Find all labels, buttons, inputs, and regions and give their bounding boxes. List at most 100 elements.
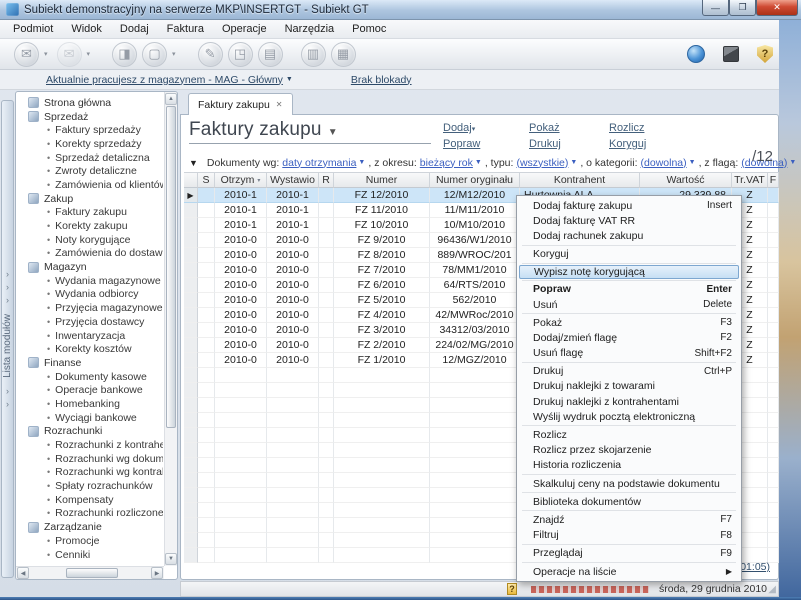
title-bar[interactable]: Subiekt demonstracyjny na serwerze MKP\I… — [0, 0, 801, 20]
sidebar-item-kompensaty[interactable]: •Kompensaty — [18, 493, 163, 507]
scroll-left-icon[interactable]: ◀ — [17, 567, 29, 579]
column-header-tr-vat[interactable]: Tr.VAT — [732, 172, 768, 188]
action-drukuj[interactable]: Drukuj — [529, 138, 609, 154]
edit-icon[interactable]: ✎ — [198, 42, 223, 67]
maximize-button[interactable]: ❐ — [729, 0, 756, 16]
menu-item-rozlicz-przez-skojarzenie[interactable]: Rozlicz przez skojarzenie — [519, 443, 739, 458]
menu-dodaj[interactable]: Dodaj — [111, 21, 158, 37]
filter-link-daty-otrzymania[interactable]: daty otrzymania — [282, 157, 356, 169]
sidebar-horizontal-scrollbar[interactable]: ◀ ▶ — [16, 566, 164, 579]
sidebar-item-dokumenty-kasowe[interactable]: •Dokumenty kasowe — [18, 370, 163, 384]
sidebar-item-zamówienia-do-dostawców[interactable]: •Zamówienia do dostawców — [18, 247, 163, 261]
filter-link-bieżący-rok[interactable]: bieżący rok — [420, 157, 473, 169]
warehouse-link[interactable]: Aktualnie pracujesz z magazynem - MAG - … — [46, 74, 283, 86]
lock-status-link[interactable]: Brak blokady — [351, 74, 412, 86]
menu-item-przeglądaj[interactable]: PrzeglądajF9 — [519, 546, 739, 561]
close-icon[interactable]: ✕ — [276, 100, 283, 109]
sidebar-item-korekty-zakupu[interactable]: •Korekty zakupu — [18, 219, 163, 233]
close-button[interactable]: ✕ — [756, 0, 798, 16]
note-icon[interactable]: ▢ — [142, 42, 167, 67]
sidebar-vertical-scrollbar[interactable]: ▲ ▼ — [164, 92, 177, 566]
menu-operacje[interactable]: Operacje — [213, 21, 276, 37]
menu-item-drukuj-naklejki-z-kontrahentami[interactable]: Drukuj naklejki z kontrahentami — [519, 394, 739, 409]
sidebar-item-zamówienia-od-klientów[interactable]: •Zamówienia od klientów — [18, 178, 163, 192]
sidebar-item-rozrachunki-wg-kontrahentów[interactable]: •Rozrachunki wg kontrahentów — [18, 466, 163, 480]
sidebar-item-korekty-kosztów[interactable]: •Korekty kosztów — [18, 342, 163, 356]
sidebar-group-finanse[interactable]: Finanse — [18, 356, 163, 370]
menu-widok[interactable]: Widok — [62, 21, 111, 37]
menu-item-dodaj-zmień-flagę[interactable]: Dodaj/zmień flagęF2 — [519, 330, 739, 345]
menu-item-pokaż[interactable]: PokażF3 — [519, 315, 739, 330]
action-dodaj[interactable]: Dodaj ▾ — [443, 122, 529, 138]
chevron-down-icon[interactable]: ▾ — [87, 50, 91, 58]
sidebar-item-zwroty-detaliczne[interactable]: •Zwroty detaliczne — [18, 164, 163, 178]
action-popraw[interactable]: Popraw — [443, 138, 529, 154]
page-title-wrap[interactable]: Faktury zakupu ▼ — [189, 119, 431, 144]
action-pokaż[interactable]: Pokaż — [529, 122, 609, 138]
sidebar-item-homebanking[interactable]: •Homebanking — [18, 397, 163, 411]
report-icon[interactable]: ▥ — [301, 42, 326, 67]
sidebar-group-rozrachunki[interactable]: Rozrachunki — [18, 425, 163, 439]
help-shield-icon[interactable]: ? — [757, 45, 773, 63]
menu-item-wyślij-wydruk-pocztą-elektroniczną[interactable]: Wyślij wydruk pocztą elektroniczną — [519, 409, 739, 424]
menu-narzędzia[interactable]: Narzędzia — [276, 21, 344, 37]
resize-grip[interactable]: ◢ — [768, 584, 776, 595]
chevron-down-icon[interactable]: ▼ — [789, 159, 796, 166]
sidebar-group-strona-główna[interactable]: Strona główna — [18, 96, 163, 110]
sidebar-item-wydania-odbiorcy[interactable]: •Wydania odbiorcy — [18, 288, 163, 302]
chevron-down-icon[interactable]: ▼ — [570, 159, 577, 166]
sidebar-item-przyjęcia-dostawcy[interactable]: •Przyjęcia dostawcy — [18, 315, 163, 329]
menu-item-usuń[interactable]: UsuńDelete — [519, 297, 739, 312]
help-icon[interactable]: ? — [507, 583, 517, 595]
menu-item-drukuj-naklejki-z-towarami[interactable]: Drukuj naklejki z towarami — [519, 379, 739, 394]
chevron-down-icon[interactable]: ▼ — [358, 159, 365, 166]
menu-item-operacje-na-liście[interactable]: Operacje na liście▶ — [519, 564, 739, 579]
sidebar-group-zarządzanie[interactable]: Zarządzanie — [18, 520, 163, 534]
sidebar-item-rozrachunki-wg-dokumentów[interactable]: •Rozrachunki wg dokumentów — [18, 452, 163, 466]
sidebar-item-faktury-zakupu[interactable]: •Faktury zakupu — [18, 206, 163, 220]
menu-item-znajdź[interactable]: ZnajdźF7 — [519, 512, 739, 527]
sidebar-group-zakup[interactable]: Zakup — [18, 192, 163, 206]
menu-item-koryguj[interactable]: Koryguj — [519, 247, 739, 262]
menu-item-popraw[interactable]: PoprawEnter — [519, 282, 739, 297]
action-koryguj[interactable]: Koryguj — [609, 138, 701, 154]
menu-item-biblioteka-dokumentów[interactable]: Biblioteka dokumentów — [519, 494, 739, 509]
menu-item-usuń-flagę[interactable]: Usuń flagęShift+F2 — [519, 346, 739, 361]
menu-item-dodaj-rachunek-zakupu[interactable]: Dodaj rachunek zakupu — [519, 228, 739, 243]
chevron-down-icon[interactable]: ▾ — [44, 50, 48, 58]
sidebar-item-operacje-bankowe[interactable]: •Operacje bankowe — [18, 383, 163, 397]
module-list-handle[interactable]: ›››Lista modułów›› — [1, 100, 14, 578]
menu-item-historia-rozliczenia[interactable]: Historia rozliczenia — [519, 458, 739, 473]
column-header-wystawio[interactable]: Wystawio — [267, 172, 319, 188]
column-header-r[interactable]: R — [319, 172, 334, 188]
collapse-filter-icon[interactable]: ▼ — [189, 158, 198, 168]
filter-link-wszystkie[interactable]: (wszystkie) — [516, 157, 568, 169]
globe-icon[interactable] — [687, 45, 705, 63]
menu-item-rozlicz[interactable]: Rozlicz — [519, 427, 739, 442]
column-header-numer[interactable]: Numer — [334, 172, 430, 188]
column-header-wartość[interactable]: Wartość — [640, 172, 732, 188]
menu-item-drukuj[interactable]: DrukujCtrl+P — [519, 364, 739, 379]
sidebar-group-sprzedaż[interactable]: Sprzedaż — [18, 110, 163, 124]
cube-icon[interactable] — [723, 46, 739, 62]
package-icon[interactable]: ◳ — [228, 42, 253, 67]
chevron-down-icon[interactable]: ▼ — [689, 159, 696, 166]
filter-link-dowolna[interactable]: (dowolna) — [641, 157, 687, 169]
menu-faktura[interactable]: Faktura — [158, 21, 213, 37]
sidebar-item-rozrachunki-z-kontrahentami[interactable]: •Rozrachunki z kontrahentami — [18, 438, 163, 452]
tab-faktury-zakupu[interactable]: Faktury zakupu ✕ — [188, 93, 293, 115]
sidebar-item-faktury-sprzedaży[interactable]: •Faktury sprzedaży — [18, 123, 163, 137]
sidebar-group-magazyn[interactable]: Magazyn — [18, 260, 163, 274]
sidebar-item-cenniki[interactable]: •Cenniki — [18, 548, 163, 562]
sidebar-item-rozrachunki-rozliczone[interactable]: •Rozrachunki rozliczone — [18, 507, 163, 521]
sidebar-item-przyjęcia-magazynowe[interactable]: •Przyjęcia magazynowe — [18, 301, 163, 315]
column-header-f[interactable]: F — [768, 172, 779, 188]
sidebar-item-wyciągi-bankowe[interactable]: •Wyciągi bankowe — [18, 411, 163, 425]
sidebar-item-sprzedaż-detaliczna[interactable]: •Sprzedaż detaliczna — [18, 151, 163, 165]
column-header-kontrahent[interactable]: Kontrahent — [520, 172, 640, 188]
stamp-icon[interactable]: ◨ — [112, 42, 137, 67]
archive-icon[interactable]: ▦ — [331, 42, 356, 67]
action-rozlicz[interactable]: Rozlicz — [609, 122, 701, 138]
menu-item-skalkuluj-ceny-na-podstawie-dokumentu[interactable]: Skalkuluj ceny na podstawie dokumentu — [519, 476, 739, 491]
column-header-otrzym[interactable]: Otrzym▾ — [215, 172, 267, 188]
